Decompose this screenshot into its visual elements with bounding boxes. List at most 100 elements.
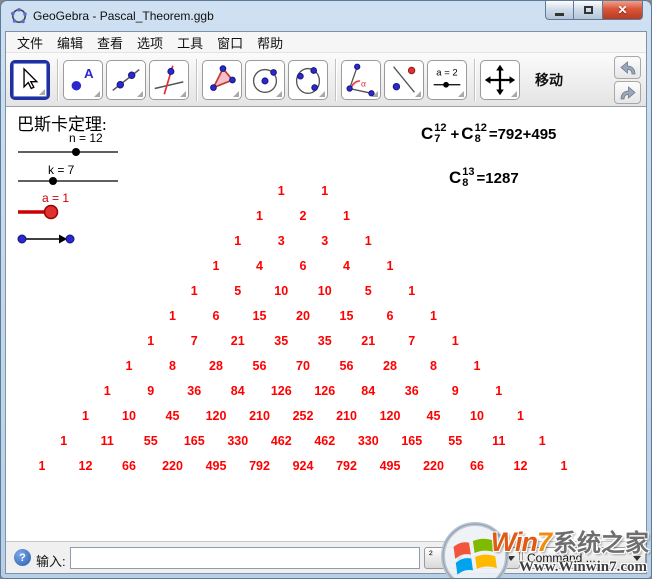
triangle-number: 4	[343, 259, 350, 273]
menu-tools[interactable]: 工具	[170, 31, 210, 54]
triangle-number: 45	[427, 409, 441, 423]
geogebra-logo-icon[interactable]	[10, 7, 28, 25]
tool-dropdown-icon[interactable]	[511, 91, 517, 97]
triangle-number: 7	[408, 334, 415, 348]
symbol-dropdown[interactable]: ²	[424, 547, 468, 569]
triangle-number: 20	[296, 309, 310, 323]
tool-dropdown-icon[interactable]	[415, 91, 421, 97]
triangle-number: 7	[191, 334, 198, 348]
triangle-number: 1	[126, 359, 133, 373]
command-input[interactable]	[70, 547, 420, 569]
triangle-number: 3	[321, 234, 328, 248]
menu-help[interactable]: 帮助	[250, 31, 290, 54]
slider-a-handle[interactable]	[45, 206, 58, 219]
triangle-number: 120	[380, 409, 401, 423]
triangle-number: 84	[361, 384, 375, 398]
tool-slider[interactable]: a = 2	[427, 60, 467, 100]
menu-options[interactable]: 选项	[130, 31, 170, 54]
undo-button[interactable]	[614, 56, 641, 79]
triangle-number: 15	[340, 309, 354, 323]
triangle-number: 21	[361, 334, 375, 348]
subscript: 8	[475, 134, 481, 145]
triangle-number: 165	[401, 434, 422, 448]
triangle-number: 10	[274, 284, 288, 298]
slider-n-label: n = 12	[69, 131, 103, 145]
vector-end-point[interactable]	[66, 235, 74, 243]
tool-conic-through-points[interactable]	[288, 60, 328, 100]
triangle-number: 10	[318, 284, 332, 298]
triangle-number: 66	[470, 459, 484, 473]
triangle-number: 1	[321, 184, 328, 198]
maximize-icon	[584, 6, 593, 14]
triangle-number: 462	[314, 434, 335, 448]
tool-polygon[interactable]	[202, 60, 242, 100]
tool-point[interactable]: A	[63, 60, 103, 100]
tool-perpendicular-line[interactable]	[149, 60, 189, 100]
close-button[interactable]: ✕	[603, 1, 643, 20]
tool-dropdown-icon[interactable]	[233, 91, 239, 97]
close-icon: ✕	[617, 3, 627, 17]
menu-edit[interactable]: 编辑	[50, 31, 90, 54]
triangle-number: 8	[169, 359, 176, 373]
triangle-number: 56	[253, 359, 267, 373]
undo-icon	[619, 60, 637, 75]
tool-dropdown-icon[interactable]	[458, 91, 464, 97]
triangle-number: 9	[147, 384, 154, 398]
triangle-number: 1	[495, 384, 502, 398]
triangle-number: 1	[169, 309, 176, 323]
svg-text:a = 2: a = 2	[436, 67, 457, 78]
tool-dropdown-icon[interactable]	[180, 91, 186, 97]
triangle-number: 15	[253, 309, 267, 323]
slider-k-handle[interactable]	[49, 177, 57, 185]
title-bar[interactable]: GeoGebra - Pascal_Theorem.ggb ✕	[1, 1, 651, 31]
triangle-number: 126	[314, 384, 335, 398]
triangle-number: 84	[231, 384, 245, 398]
tool-move-graphics-view[interactable]	[480, 60, 520, 100]
formula-result: =1287	[477, 170, 519, 187]
triangle-number: 70	[296, 359, 310, 373]
tool-reflect[interactable]	[384, 60, 424, 100]
triangle-number: 2	[300, 209, 307, 223]
triangle-number: 1	[343, 209, 350, 223]
triangle-number: 210	[336, 409, 357, 423]
minimize-button[interactable]	[545, 1, 574, 20]
triangle-number: 28	[383, 359, 397, 373]
redo-icon	[619, 85, 637, 100]
client-area: 文件 编辑 查看 选项 工具 窗口 帮助 A	[5, 31, 647, 574]
graphics-view[interactable]: 巴斯卡定理: n = 12 k = 7 a = 1 C127+C128=792+…	[6, 107, 646, 541]
menu-view[interactable]: 查看	[90, 31, 130, 54]
geogebra-window: GeoGebra - Pascal_Theorem.ggb ✕ 文件 编辑 查看…	[0, 0, 652, 579]
triangle-number: 330	[227, 434, 248, 448]
chevron-down-icon	[455, 556, 463, 561]
help-icon[interactable]: ?	[14, 549, 31, 566]
tool-dropdown-icon[interactable]	[372, 91, 378, 97]
tool-dropdown-icon[interactable]	[319, 91, 325, 97]
menu-file[interactable]: 文件	[10, 31, 50, 54]
triangle-number: 10	[122, 409, 136, 423]
tool-move[interactable]	[10, 60, 50, 100]
triangle-number: 792	[249, 459, 270, 473]
tool-line[interactable]	[106, 60, 146, 100]
menu-window[interactable]: 窗口	[210, 31, 250, 54]
triangle-number: 5	[365, 284, 372, 298]
tool-circle[interactable]	[245, 60, 285, 100]
triangle-number: 252	[293, 409, 314, 423]
toolbar-separator	[196, 59, 198, 101]
vector-start-point[interactable]	[18, 235, 26, 243]
triangle-number: 4	[256, 259, 263, 273]
triangle-number: 462	[271, 434, 292, 448]
tool-angle[interactable]: α	[341, 60, 381, 100]
svg-text:A: A	[84, 66, 94, 81]
chevron-down-icon	[633, 556, 641, 561]
tool-dropdown-icon[interactable]	[94, 91, 100, 97]
triangle-number: 35	[274, 334, 288, 348]
greek-letter-dropdown[interactable]: α	[470, 547, 520, 569]
tool-dropdown-icon[interactable]	[276, 91, 282, 97]
command-list-dropdown[interactable]: Command ...	[522, 547, 646, 569]
binomial-sum-formula: C127+C128=792+495	[421, 123, 556, 145]
slider-n-handle[interactable]	[72, 148, 80, 156]
tool-dropdown-icon[interactable]	[39, 89, 45, 95]
redo-button[interactable]	[614, 81, 641, 104]
maximize-button[interactable]	[574, 1, 603, 20]
tool-dropdown-icon[interactable]	[137, 91, 143, 97]
